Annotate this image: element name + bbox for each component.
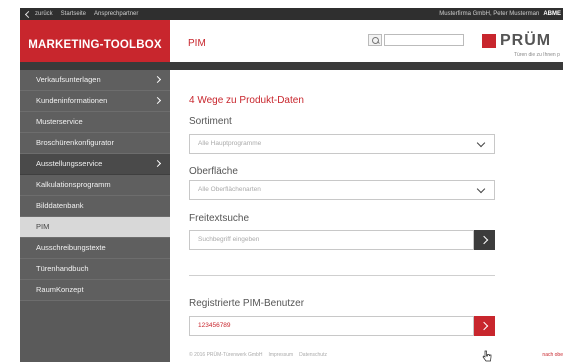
sidebar-item-broschuerenkonfigurator[interactable]: Broschürenkonfigurator — [20, 133, 170, 154]
sidebar-item-label: Verkaufsunterlagen — [36, 75, 101, 84]
pim-user-input[interactable]: 123456789 — [189, 316, 474, 336]
contacts-link[interactable]: Ansprechpartner — [94, 8, 138, 20]
user-area: Musterfirma GmbH, Peter Musterman ABME — [439, 8, 561, 20]
back-to-top-link[interactable]: nach obe — [542, 352, 563, 358]
logout-link[interactable]: ABME — [543, 8, 561, 20]
chevron-right-icon — [153, 96, 162, 105]
sidebar-item-label: Kundeninformationen — [36, 96, 108, 105]
sidebar-item-label: Musterservice — [36, 117, 83, 126]
back-link-label: zurück — [35, 11, 53, 17]
oberflaeche-select[interactable]: Alle Oberflächenarten — [189, 180, 495, 200]
datenschutz-link[interactable]: Datenschutz — [299, 352, 327, 358]
sortiment-label: Sortiment — [189, 116, 232, 127]
sidebar-item-kalkulationsprogramm[interactable]: Kalkulationsprogramm — [20, 175, 170, 196]
sidebar-item-tuerenhandbuch[interactable]: Türenhandbuch — [20, 259, 170, 280]
main-title: 4 Wege zu Produkt-Daten — [189, 95, 304, 106]
sidebar-item-pim[interactable]: PIM — [20, 217, 170, 238]
oberflaeche-label: Oberfläche — [189, 166, 238, 177]
footer: © 2016 PRÜM-Türenwerk GmbH Impressum Dat… — [189, 352, 327, 358]
sidebar-item-raumkonzept[interactable]: RaumKonzept — [20, 280, 170, 301]
chevron-right-icon — [153, 75, 162, 84]
home-link[interactable]: Startseite — [61, 8, 86, 20]
page-section-title: PIM — [188, 38, 206, 49]
page: zurück Startseite Ansprechpartner Muster… — [0, 0, 563, 362]
freitext-search-input[interactable]: Suchbegriff eingeben — [189, 230, 474, 250]
impressum-link[interactable]: Impressum — [268, 352, 293, 358]
sidebar: Verkaufsunterlagen Kundeninformationen M… — [20, 70, 170, 362]
sidebar-item-label: Kalkulationsprogramm — [36, 180, 111, 189]
pim-user-value: 123456789 — [198, 322, 231, 329]
top-bar: zurück Startseite Ansprechpartner Muster… — [20, 8, 563, 20]
chevron-left-icon — [24, 10, 33, 18]
sidebar-item-musterservice[interactable]: Musterservice — [20, 112, 170, 133]
sidebar-item-ausstellungsservice[interactable]: Ausstellungsservice — [20, 154, 170, 175]
header-divider — [20, 62, 563, 70]
chevron-down-icon — [476, 184, 486, 194]
sidebar-item-label: Bilddatenbank — [36, 201, 84, 210]
header-search-input[interactable] — [384, 34, 464, 46]
sidebar-item-label: Ausschreibungstexte — [36, 243, 106, 252]
logo-tagline: Türen die zu Ihnen p — [514, 52, 560, 58]
freitext-search-button[interactable] — [474, 230, 495, 250]
sidebar-item-label: PIM — [36, 222, 50, 231]
sidebar-item-verkaufsunterlagen[interactable]: Verkaufsunterlagen — [20, 70, 170, 91]
chevron-right-icon — [153, 159, 162, 168]
logo-wordmark: PRÜM — [500, 32, 552, 49]
pim-users-label: Registrierte PIM-Benutzer — [189, 298, 305, 309]
sidebar-item-ausschreibungstexte[interactable]: Ausschreibungstexte — [20, 238, 170, 259]
pim-user-submit-button[interactable] — [474, 316, 495, 336]
sidebar-item-label: Türenhandbuch — [36, 264, 89, 273]
sidebar-item-bilddatenbank[interactable]: Bilddatenbank — [20, 196, 170, 217]
chevron-down-icon — [476, 138, 486, 148]
sortiment-selected-value: Alle Hauptprogramme — [198, 140, 262, 147]
sidebar-item-label: RaumKonzept — [36, 285, 84, 294]
sortiment-select[interactable]: Alle Hauptprogramme — [189, 134, 495, 154]
hand-cursor-icon — [482, 350, 492, 362]
sidebar-item-label: Broschürenkonfigurator — [36, 138, 114, 147]
logo-square-icon — [482, 34, 496, 48]
back-link[interactable]: zurück — [24, 8, 53, 20]
user-name: Musterfirma GmbH, Peter Musterman — [439, 11, 540, 17]
copyright-text: © 2016 PRÜM-Türenwerk GmbH — [189, 352, 263, 358]
section-divider — [189, 275, 495, 276]
top-links: zurück Startseite Ansprechpartner — [24, 8, 138, 20]
search-icon[interactable] — [368, 34, 382, 46]
sidebar-item-label: Ausstellungsservice — [36, 159, 103, 168]
freitext-label: Freitextsuche — [189, 213, 250, 224]
freitext-placeholder: Suchbegriff eingeben — [198, 236, 260, 243]
main-content: 4 Wege zu Produkt-Daten Sortiment Alle H… — [170, 70, 563, 362]
sidebar-item-kundeninformationen[interactable]: Kundeninformationen — [20, 91, 170, 112]
oberflaeche-selected-value: Alle Oberflächenarten — [198, 186, 261, 193]
company-logo[interactable]: PRÜM Türen die zu Ihnen p — [482, 32, 563, 60]
